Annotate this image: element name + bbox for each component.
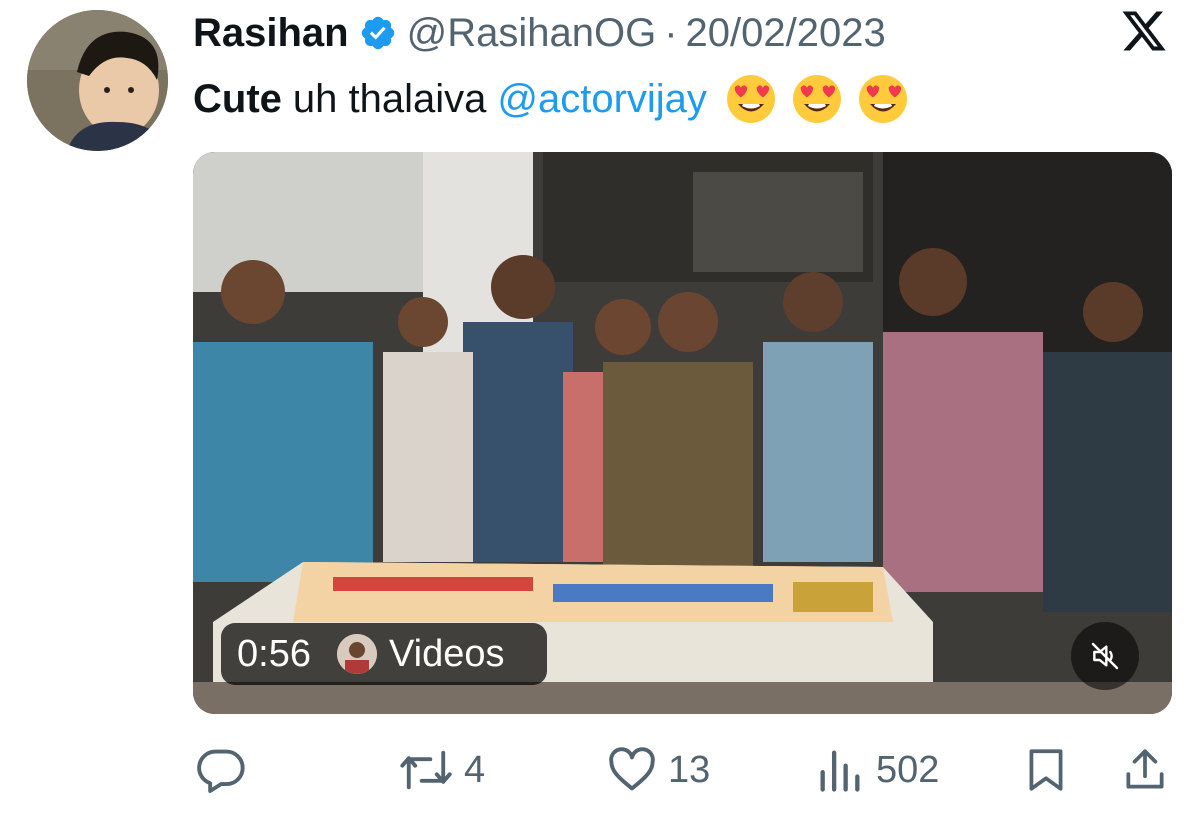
author-name[interactable]: Rasihan [193,11,349,56]
retweet-button[interactable]: 4 [398,740,485,800]
bookmark-icon [1029,749,1063,791]
author-avatar[interactable] [27,10,168,151]
avatar-image [27,10,168,151]
mute-button[interactable] [1071,622,1139,690]
tweet-header: Rasihan @RasihanOG · 20/02/2023 [193,8,886,58]
bookmark-button[interactable] [1021,740,1071,800]
view-count: 502 [876,748,940,791]
reply-icon [197,749,245,793]
retweet-count: 4 [464,748,486,791]
views-icon [820,750,860,792]
action-bar: 4 13 502 [0,740,1200,800]
separator-dot: · [664,10,678,55]
share-icon [1126,749,1164,789]
emoji-group [725,73,909,125]
retweet-icon [400,750,452,790]
channel-label: Videos [388,632,505,675]
heart-eyes-emoji-icon [858,75,907,123]
tweet-text-body: uh thalaiva [292,76,487,121]
like-button[interactable]: 13 [606,740,710,800]
heart-eyes-emoji-icon [792,75,841,123]
verified-badge-icon [361,16,394,50]
like-count: 13 [668,748,711,791]
tweet-text-bold: Cute [193,76,282,121]
video-player[interactable]: 0:56 Videos [193,152,1172,714]
video-duration: 0:56 [237,632,311,675]
channel-avatar [336,634,377,674]
share-button[interactable] [1120,740,1170,800]
video-info-pill: 0:56 Videos [221,623,547,685]
reply-button[interactable] [195,740,257,800]
heart-eyes-emoji-icon [726,75,775,123]
tweet-date[interactable]: 20/02/2023 [686,11,886,56]
like-icon [609,747,655,791]
author-handle[interactable]: @RasihanOG [407,11,657,56]
x-logo-icon[interactable] [1118,7,1170,55]
tweet-text: Cute uh thalaiva @actorvijay [193,73,909,125]
mute-icon [1091,642,1119,670]
mention-link[interactable]: @actorvijay [497,77,707,122]
views-button[interactable]: 502 [814,740,939,800]
